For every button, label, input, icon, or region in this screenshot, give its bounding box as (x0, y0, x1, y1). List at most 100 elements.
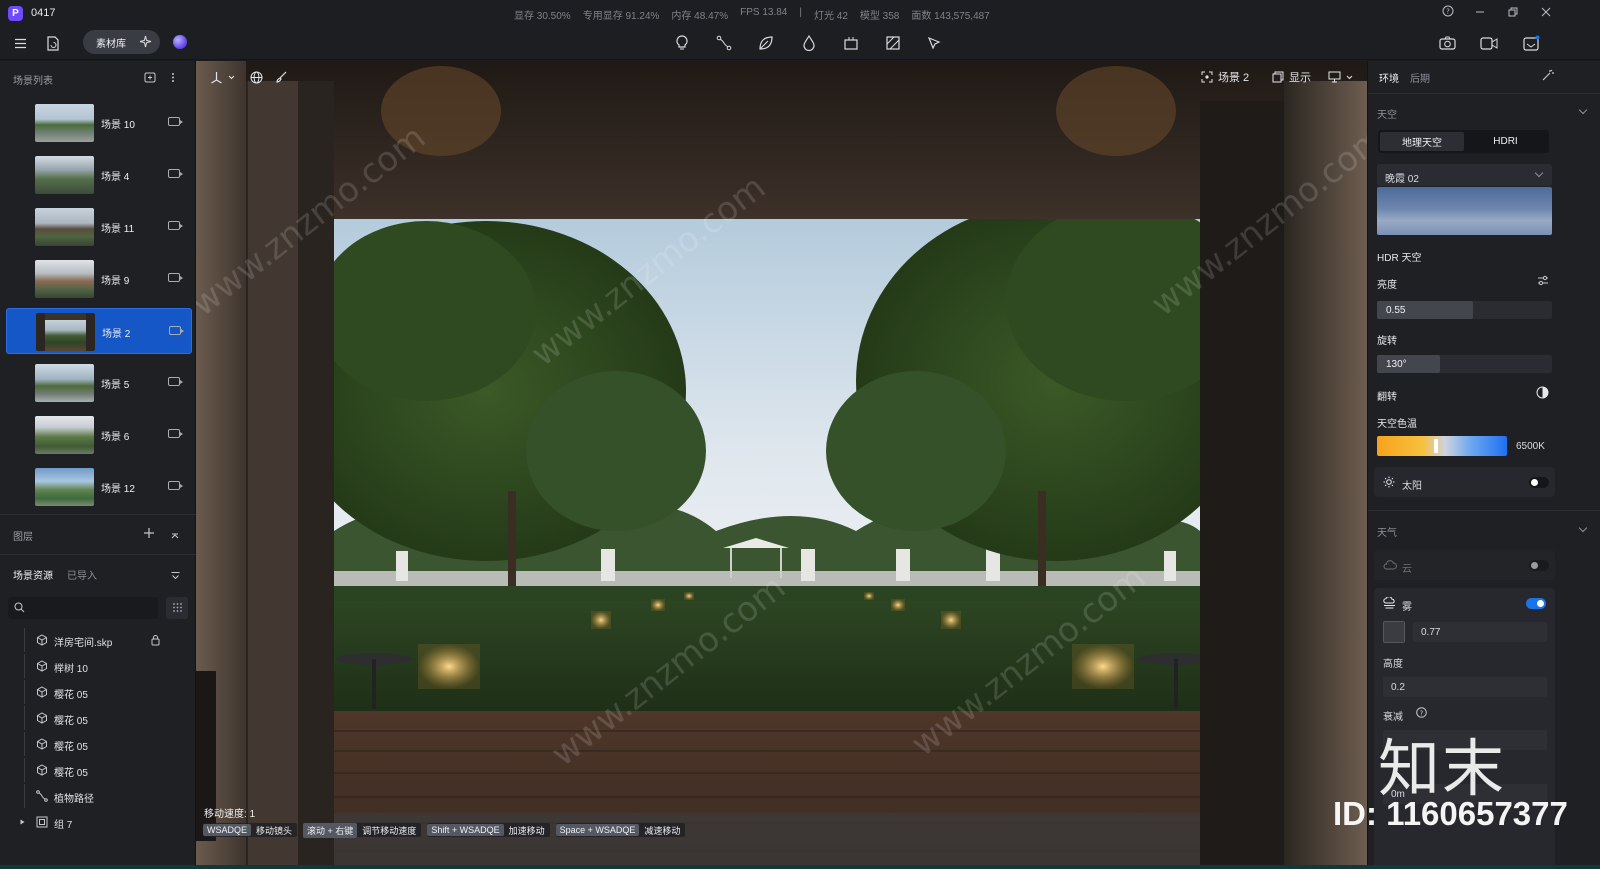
minimize-icon[interactable] (1471, 4, 1489, 22)
scene-label: 场景 9 (101, 276, 130, 287)
camera-icon[interactable] (168, 429, 183, 438)
sky-mode-hdri[interactable]: HDRI (1464, 132, 1547, 151)
tab-imported[interactable]: 已导入 (67, 567, 97, 582)
scene-indicator[interactable]: 场景 2 (1201, 69, 1249, 85)
asset-item[interactable]: 洋房宅间.skp (0, 628, 196, 652)
fog-toggle[interactable] (1526, 598, 1546, 609)
navigation-mode-dropdown[interactable] (210, 69, 235, 85)
asset-item[interactable]: 樱花 05 (0, 706, 196, 730)
video-record-icon[interactable] (1479, 33, 1499, 53)
camera-icon[interactable] (168, 481, 183, 490)
scene-label: 场景 12 (101, 484, 135, 495)
camera-icon[interactable] (168, 221, 183, 230)
sky-temperature-value: 6500K (1516, 441, 1545, 452)
scene-label: 场景 2 (102, 329, 131, 340)
close-icon[interactable] (1537, 4, 1555, 22)
display-options-button[interactable]: 显示 (1272, 69, 1311, 85)
camera-icon[interactable] (168, 273, 183, 282)
scene-thumbnail (35, 104, 94, 142)
temperature-slider-handle[interactable] (1434, 439, 1438, 453)
hint-desc: 减速移动 (644, 825, 681, 836)
chevron-down-icon[interactable] (1578, 523, 1588, 533)
cube-icon (37, 660, 47, 672)
assistant-orb-icon[interactable] (173, 35, 187, 49)
fog-label: 雾 (1402, 602, 1412, 613)
adjust-sliders-icon[interactable] (1537, 275, 1549, 286)
lock-icon[interactable] (151, 634, 160, 646)
scene-item-11[interactable]: 场景 11 (6, 204, 192, 250)
asset-item[interactable]: 樱花 05 (0, 680, 196, 704)
asset-item[interactable]: 组 7 (0, 810, 196, 834)
menu-icon[interactable] (10, 33, 30, 53)
chevron-down-icon[interactable] (1578, 105, 1588, 115)
screenshot-camera-icon[interactable] (1437, 33, 1457, 53)
restore-icon[interactable] (1504, 4, 1522, 22)
fog-color-swatch[interactable] (1383, 621, 1405, 643)
hdr-sky-preview[interactable] (1377, 187, 1552, 235)
info-icon[interactable]: ? (1416, 707, 1427, 718)
rotation-slider[interactable]: 130° (1377, 355, 1552, 373)
camera-icon[interactable] (168, 117, 183, 126)
scene-item-5[interactable]: 场景 5 (6, 360, 192, 406)
file-refresh-icon[interactable] (43, 33, 63, 53)
add-layer-icon[interactable] (143, 527, 155, 542)
water-drop-icon[interactable] (799, 33, 819, 53)
ai-sparkle-icon[interactable] (139, 35, 152, 51)
add-scene-icon[interactable] (144, 72, 156, 86)
asset-label: 樱花 05 (54, 716, 88, 727)
render-queue-icon[interactable] (1521, 33, 1541, 53)
sun-toggle[interactable] (1529, 477, 1549, 488)
tab-scene-assets[interactable]: 场景资源 (13, 567, 53, 582)
collapse-layers-icon[interactable] (171, 530, 179, 542)
grid-view-button[interactable] (166, 597, 188, 619)
sky-temperature-slider[interactable] (1377, 436, 1507, 456)
flip-contrast-icon[interactable] (1536, 386, 1549, 399)
section-cut-icon[interactable] (883, 33, 903, 53)
more-options-icon[interactable] (171, 72, 175, 86)
3d-viewport[interactable]: www.znzmo.com www.znzmo.com www.znzmo.co… (196, 61, 1367, 869)
scene-item-10[interactable]: 场景 10 (6, 100, 192, 146)
asset-item[interactable]: 植物路径 (0, 784, 196, 808)
light-bulb-icon[interactable] (672, 33, 692, 53)
sky-mode-geographic[interactable]: 地理天空 (1380, 132, 1464, 151)
material-library-button[interactable]: 素材库 (83, 30, 160, 54)
scene-item-4[interactable]: 场景 4 (6, 152, 192, 198)
sky-preset-select[interactable]: 晚霞 02 (1377, 164, 1552, 186)
camera-icon[interactable] (169, 326, 184, 335)
leaf-icon[interactable] (756, 33, 776, 53)
scene-item-6[interactable]: 场景 6 (6, 412, 192, 458)
scene-thumbnail (35, 260, 94, 298)
fog-height-input[interactable]: 0.2 (1383, 677, 1547, 697)
asset-item[interactable]: 榉树 10 (0, 654, 196, 678)
ai-magic-icon[interactable] (1541, 69, 1554, 82)
scene-label: 场景 5 (101, 380, 130, 391)
asset-item[interactable]: 樱花 05 (0, 758, 196, 782)
help-icon[interactable]: ? (1439, 4, 1457, 22)
view-options-dropdown[interactable] (1328, 69, 1353, 85)
scene-item-9[interactable]: 场景 9 (6, 256, 192, 302)
path-tool-icon[interactable] (714, 33, 734, 53)
asset-label: 植物路径 (54, 794, 94, 805)
tab-environment[interactable]: 环境 (1379, 70, 1399, 85)
chevron-down-icon (228, 75, 235, 79)
camera-icon[interactable] (168, 169, 183, 178)
toggle-knob (1537, 600, 1544, 607)
camera-icon[interactable] (168, 377, 183, 386)
brush-tool-icon[interactable] (275, 69, 288, 85)
scene-label: 场景 4 (101, 172, 130, 183)
expand-arrow-icon[interactable] (20, 819, 25, 825)
filter-icon[interactable] (171, 570, 180, 582)
sky-section-title: 天空 (1377, 110, 1397, 121)
globe-icon[interactable] (250, 69, 263, 85)
scene-item-12[interactable]: 场景 12 (6, 464, 192, 510)
asset-search-input[interactable] (8, 597, 158, 619)
scene-list-title: 场景列表 (13, 76, 53, 87)
animation-icon[interactable] (841, 33, 861, 53)
tab-post-processing[interactable]: 后期 (1410, 70, 1430, 85)
brightness-slider[interactable]: 0.55 (1377, 301, 1552, 319)
fog-density-input[interactable]: 0.77 (1413, 622, 1547, 642)
select-tool-icon[interactable] (924, 33, 944, 53)
scene-item-2[interactable]: 场景 2 (6, 308, 192, 354)
asset-item[interactable]: 樱花 05 (0, 732, 196, 756)
cloud-toggle[interactable] (1529, 560, 1549, 571)
